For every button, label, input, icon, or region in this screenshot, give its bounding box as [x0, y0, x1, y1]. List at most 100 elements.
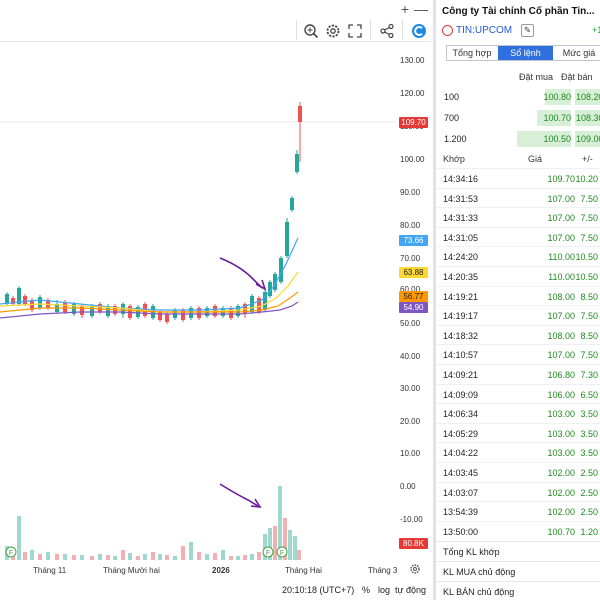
price-chart[interactable]: FFF [0, 42, 396, 560]
orderbook-row[interactable]: 700 100.70 108.30 [436, 108, 600, 128]
event-marker-label: F [280, 550, 284, 557]
bid-price: 100.80 [543, 92, 571, 102]
toolbar-divider [402, 20, 403, 40]
trade-time: 14:10:57 [443, 350, 479, 361]
trade-row[interactable]: 13:54:39 102.00 2.50 [436, 501, 600, 520]
trade-time: 14:31:05 [443, 232, 479, 243]
price-tick-label: 130.00 [400, 56, 425, 65]
trade-row[interactable]: 14:31:05 107.00 7.50 [436, 226, 600, 246]
volume-bar [257, 552, 261, 560]
trade-row[interactable]: 14:10:57 107.00 7.50 [436, 344, 600, 363]
price-change: +1 [592, 25, 600, 35]
trade-row[interactable]: 14:09:21 106.80 7.30 [436, 364, 600, 383]
log-toggle[interactable]: log [378, 585, 390, 595]
fullscreen-icon[interactable] [347, 23, 363, 39]
ticker-symbol[interactable]: TIN:UPCOM [456, 25, 512, 36]
summary-row[interactable]: Tổng KL khớp [436, 541, 600, 561]
trade-time: 14:09:21 [443, 370, 479, 380]
trade-row[interactable]: 14:34:16 109.70 10.20 [436, 168, 600, 187]
trade-row[interactable]: 14:18:32 108.00 8.50 [436, 324, 600, 344]
candle-body [165, 314, 169, 322]
trade-row[interactable]: 13:50:00 100.70 1.20 [436, 520, 600, 540]
trade-change: 8.50 [580, 330, 598, 341]
annotation-arrowhead [255, 279, 267, 291]
percent-toggle[interactable]: % [362, 585, 370, 595]
trade-change: 3.50 [580, 409, 598, 420]
trade-time: 14:31:33 [443, 213, 479, 224]
volume-bar [189, 542, 193, 560]
event-marker-label: F [9, 550, 13, 557]
orderbook-row[interactable]: 1.200 100.50 109.00 [436, 129, 600, 149]
volume-bar [221, 550, 225, 560]
trade-row[interactable]: 14:19:21 108.00 8.50 [436, 285, 600, 305]
chart-pane[interactable]: + — F F F 130.00 120.00 100.00 90.00 80.… [0, 0, 431, 600]
price-badge: 56.77 [399, 291, 428, 302]
trade-change: 7.50 [580, 193, 598, 204]
price-badge: 54.90 [399, 302, 428, 313]
symbol-panel: Công ty Tài chính Cổ phần Tin... TIN:UPC… [433, 0, 600, 600]
panel-tabs: Tổng hợp Sổ lệnh Mức giá [446, 45, 600, 61]
tab-price-levels[interactable]: Mức giá [554, 46, 600, 60]
trade-row[interactable]: 14:06:34 103.00 3.50 [436, 403, 600, 422]
trade-change: 1.20 [580, 526, 598, 537]
trade-time: 13:54:39 [443, 507, 479, 518]
plus-icon[interactable]: + [398, 2, 412, 16]
trade-change: 7.50 [580, 350, 598, 361]
summary-row[interactable]: KL BÁN chủ động [436, 581, 600, 600]
price-tick-label: -10.00 [400, 515, 423, 524]
exchange-icon [442, 25, 453, 36]
trade-row[interactable]: 14:04:22 103.00 3.50 [436, 442, 600, 461]
candle-body [295, 154, 299, 172]
trade-change: 7.50 [580, 232, 598, 243]
summary-row[interactable]: KL MUA chủ động [436, 561, 600, 581]
settings-icon[interactable] [325, 23, 341, 39]
trade-row[interactable]: 14:24:20 110.00 10.50 [436, 246, 600, 265]
tab-summary[interactable]: Tổng hợp [447, 46, 497, 60]
trade-row[interactable]: 14:31:33 107.00 7.50 [436, 207, 600, 226]
time-axis[interactable]: Tháng 11 Tháng Mười hai 2026 Tháng Hai Tháng… [0, 560, 397, 580]
candle-body [229, 308, 233, 318]
volume-bar [23, 552, 27, 560]
time-tick-label: Tháng Hai [285, 566, 322, 575]
axis-settings-icon[interactable] [409, 563, 421, 575]
trades-change-header: +/- [582, 154, 593, 164]
candle-body [290, 198, 294, 210]
trade-row[interactable]: 14:05:29 103.00 3.50 [436, 422, 600, 442]
window-toolbar: + — [0, 0, 431, 18]
price-tick-label: 90.00 [400, 188, 421, 197]
volume-bar [151, 552, 155, 560]
volume-bar [46, 552, 50, 560]
trade-row[interactable]: 14:31:53 107.00 7.50 [436, 187, 600, 207]
event-marker-label: F [266, 550, 270, 557]
volume-bar [121, 550, 125, 560]
trade-row[interactable]: 14:20:35 110.00 10.50 [436, 266, 600, 285]
price-badge: 73.66 [399, 235, 428, 246]
trade-change: 10.50 [575, 272, 598, 282]
candle-body [285, 222, 289, 256]
candle-body [298, 106, 302, 122]
summary-label: KL MUA chủ động [443, 567, 516, 577]
trade-row[interactable]: 14:09:09 106.00 6.50 [436, 383, 600, 403]
trade-row[interactable]: 14:03:45 102.00 2.50 [436, 462, 600, 481]
candle-body [158, 312, 162, 320]
trade-row[interactable]: 14:03:07 102.00 2.50 [436, 481, 600, 501]
trade-time: 14:04:22 [443, 448, 479, 459]
orderbook-volume: 700 [444, 113, 460, 123]
zoom-search-icon[interactable] [303, 23, 319, 39]
orderbook-row[interactable]: 100 100.80 108.20 [436, 87, 600, 107]
candle-body [90, 306, 94, 316]
trade-time: 14:20:35 [443, 272, 479, 282]
logo-icon [412, 24, 426, 38]
price-tick-label: 30.00 [400, 384, 421, 393]
tab-orderbook[interactable]: Sổ lệnh [498, 46, 553, 60]
bid-price: 100.50 [543, 134, 571, 144]
share-icon[interactable] [379, 23, 395, 39]
trade-time: 14:24:20 [443, 252, 479, 263]
minimize-icon[interactable]: — [414, 2, 428, 16]
auto-toggle[interactable]: tự động [395, 585, 426, 595]
edit-icon[interactable]: ✎ [521, 24, 534, 37]
trade-change: 7.50 [580, 311, 598, 322]
time-tick-label: Tháng Mười hai [103, 566, 160, 575]
volume-bar [288, 530, 292, 560]
trade-row[interactable]: 14:19:17 107.00 7.50 [436, 305, 600, 324]
